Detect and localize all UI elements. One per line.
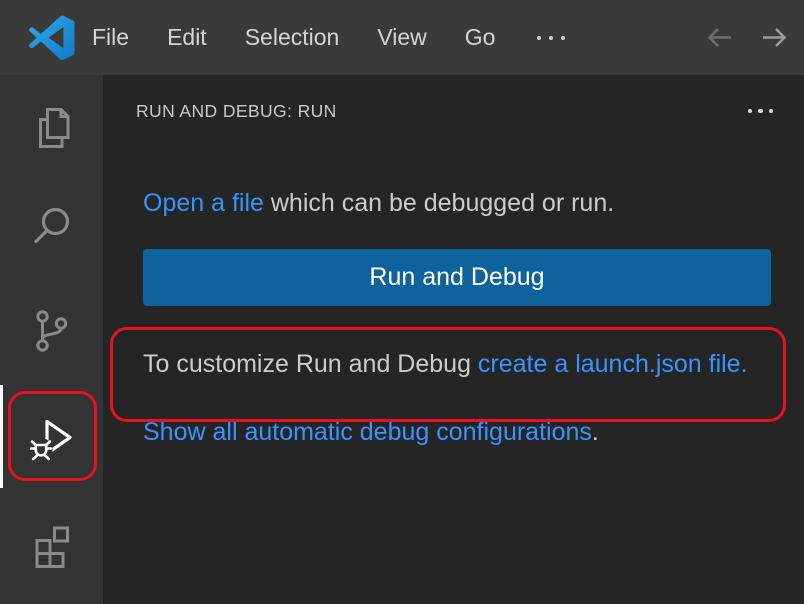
search-icon — [27, 201, 77, 251]
activity-bar — [0, 75, 103, 604]
show-all-automatic-debug-configurations-link[interactable]: Show all automatic debug configurations — [143, 418, 592, 446]
create-launch-json-link[interactable]: create a launch.json file. — [478, 350, 748, 378]
sidebar-title: RUN AND DEBUG: RUN — [136, 101, 337, 122]
run-and-debug-button[interactable]: Run and Debug — [143, 249, 771, 306]
more-actions-ellipsis-icon[interactable] — [746, 105, 776, 118]
history-navigation — [704, 0, 790, 75]
extensions-icon — [27, 518, 77, 568]
menu-item-selection[interactable]: Selection — [245, 24, 340, 51]
menubar: File Edit Selection View Go — [92, 24, 565, 51]
vscode-logo-icon — [29, 15, 75, 61]
arrow-right-icon — [759, 22, 790, 53]
menu-item-view[interactable]: View — [377, 24, 426, 51]
menu-item-go[interactable]: Go — [465, 24, 496, 51]
open-file-paragraph: Open a file which can be debugged or run… — [143, 182, 771, 224]
menu-overflow-ellipsis-icon[interactable] — [537, 36, 565, 40]
navigate-back-button[interactable] — [704, 22, 735, 53]
titlebar: File Edit Selection View Go — [0, 0, 804, 75]
navigate-forward-button[interactable] — [759, 22, 790, 53]
customize-launch-json-text: To customize Run and Debug create a laun… — [143, 343, 771, 385]
files-icon — [27, 102, 77, 152]
run-and-debug-icon — [27, 412, 77, 462]
sidebar-header: RUN AND DEBUG: RUN — [143, 97, 775, 125]
source-control-icon — [27, 306, 77, 356]
activity-item-extensions[interactable] — [0, 494, 103, 591]
vscode-window: { "titlebar": { "logo_icon": "vscode-log… — [0, 0, 804, 604]
debug-welcome-view: Open a file which can be debugged or run… — [143, 182, 771, 453]
show-configurations-paragraph: Show all automatic debug configurations. — [143, 411, 771, 453]
arrow-left-icon — [704, 22, 735, 53]
activity-item-run-and-debug[interactable] — [0, 388, 103, 485]
show-configurations-suffix: . — [592, 418, 599, 446]
activity-item-source-control[interactable] — [0, 282, 103, 379]
open-file-paragraph-text: which can be debugged or run. — [264, 189, 614, 217]
activity-item-explorer[interactable] — [0, 78, 103, 175]
customize-paragraph-text: To customize Run and Debug — [143, 350, 478, 378]
activity-item-search[interactable] — [0, 177, 103, 274]
menu-item-file[interactable]: File — [92, 24, 129, 51]
menu-item-edit[interactable]: Edit — [167, 24, 207, 51]
sidebar-run-and-debug: RUN AND DEBUG: RUN Open a file which can… — [103, 75, 804, 604]
open-a-file-link[interactable]: Open a file — [143, 189, 264, 217]
